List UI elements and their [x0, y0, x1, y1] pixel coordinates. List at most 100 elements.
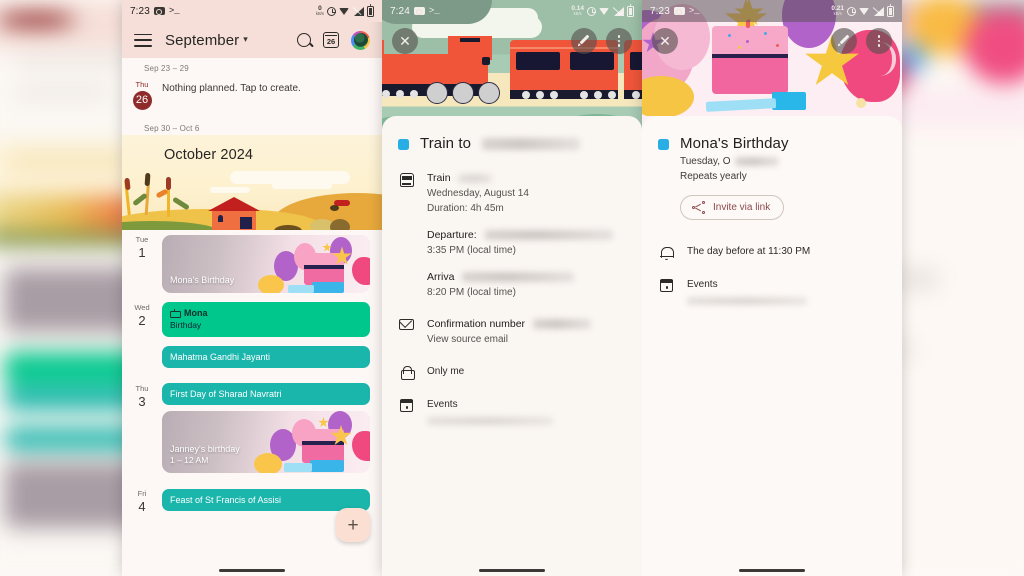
status-bar-train: 7:24 >_ 0.14 kB/s — [382, 0, 642, 22]
detail-line: Duration: 4h 45m — [427, 203, 504, 214]
event-chip-title: Mona — [184, 308, 208, 318]
day-column: Fri 4 — [122, 486, 162, 515]
calendar-icon — [399, 399, 414, 412]
detail-line: Wednesday, August 14 — [427, 188, 529, 199]
event-chip-subtitle: Birthday — [170, 320, 202, 330]
redacted-text — [484, 230, 613, 241]
status-time: 7:23 — [130, 5, 150, 17]
weekday-label: Thu — [135, 80, 149, 89]
detail-row-visibility[interactable]: Only me — [398, 364, 626, 380]
day-number: 3 — [138, 393, 146, 409]
event-chip-title: Feast of St Francis of Assisi — [170, 494, 282, 505]
detail-line: Events — [427, 399, 458, 410]
agenda-day-row[interactable]: Thu 3 First Day of Sharad Navratri Janne… — [122, 379, 382, 479]
train-event-panel: 7:24 >_ 0.14 kB/s ✕ Train to Train Wedne… — [382, 0, 642, 576]
detail-line: Events — [687, 279, 718, 290]
day-column: Wed 2 — [122, 300, 162, 329]
redacted-text — [462, 272, 575, 283]
cake-icon — [170, 308, 181, 318]
today-icon[interactable]: 26 — [323, 32, 339, 48]
calendar-panel: 7:23 >_ 0 kB/s September ▾ 26 Sep 23 – 2… — [122, 0, 382, 576]
day-number: 1 — [138, 244, 146, 260]
detail-row-notification[interactable]: The day before at 11:30 PM — [658, 244, 886, 260]
camera-icon — [673, 7, 685, 16]
more-vertical-icon[interactable] — [606, 28, 632, 54]
alarm-icon — [327, 6, 336, 16]
share-icon — [692, 201, 705, 214]
train-icon — [399, 173, 414, 187]
signal-off-icon — [353, 6, 364, 16]
day-number: 26 — [132, 90, 152, 110]
empty-day-text[interactable]: Nothing planned. Tap to create. — [162, 77, 370, 94]
redacted-text — [427, 417, 553, 426]
view-source-email-link[interactable]: View source email — [427, 332, 591, 347]
event-chip[interactable]: Mahatma Gandhi Jayanti — [162, 346, 370, 368]
event-chip[interactable]: Feast of St Francis of Assisi — [162, 488, 370, 511]
day-column: Tue 1 — [122, 232, 162, 261]
wifi-icon — [599, 7, 610, 16]
terminal-icon: >_ — [688, 6, 700, 16]
battery-icon — [627, 4, 634, 17]
detail-line: 3:35 PM (local time) — [427, 245, 516, 256]
detail-row-calendar[interactable]: Events — [398, 397, 626, 427]
chevron-down-icon[interactable]: ▾ — [243, 34, 248, 45]
camera-icon — [413, 7, 425, 16]
agenda-day-row[interactable]: Tue 1 Mona's Birthday — [122, 230, 382, 298]
network-speed-icon: 0 kB/s — [315, 4, 324, 17]
detail-row-confirmation[interactable]: Confirmation number View source email — [398, 317, 626, 347]
weekday-label: Thu — [135, 383, 149, 393]
lock-icon — [400, 366, 415, 380]
event-repeat: Repeats yearly — [680, 171, 747, 182]
detail-row-train[interactable]: Train Wednesday, August 14 Duration: 4h … — [398, 171, 626, 300]
event-image-card[interactable]: Mona's Birthday — [162, 234, 370, 293]
invite-via-link-button[interactable]: Invite via link — [680, 195, 785, 220]
edit-icon[interactable] — [571, 28, 597, 54]
signal-off-icon — [873, 6, 884, 16]
detail-row-calendar[interactable]: Events — [658, 277, 886, 307]
event-title-row: Train to — [398, 134, 626, 154]
month-banner: October 2024 — [122, 134, 382, 230]
close-icon[interactable]: ✕ — [392, 28, 418, 54]
day-column: Thu 26 — [122, 77, 162, 110]
agenda-day-row[interactable]: Thu 26 Nothing planned. Tap to create. — [122, 75, 382, 112]
birthday-hero-image: 7:23 >_ 0.21 kB/s ✕ — [642, 0, 902, 130]
event-title-row: Mona's Birthday — [658, 134, 886, 154]
alarm-icon — [587, 6, 596, 16]
event-chip[interactable]: First Day of Sharad Navratri — [162, 383, 370, 405]
redacted-text — [458, 173, 493, 183]
weekday-label: Wed — [134, 302, 150, 312]
navigation-bar-handle[interactable] — [122, 569, 382, 572]
redacted-text — [482, 138, 581, 151]
week-label: Sep 23 – 29 — [144, 64, 189, 73]
terminal-icon: >_ — [428, 6, 440, 16]
wifi-icon — [339, 7, 350, 16]
weekday-label: Fri — [137, 489, 147, 498]
event-card-label: Janney's birthday 1 – 12 AM — [170, 444, 240, 465]
hamburger-icon[interactable] — [134, 33, 152, 47]
status-bar-calendar: 7:23 >_ 0 kB/s — [122, 0, 382, 22]
more-vertical-icon[interactable] — [866, 28, 892, 54]
day-number: 4 — [138, 499, 146, 514]
navigation-bar-handle[interactable] — [382, 569, 642, 572]
close-icon[interactable]: ✕ — [652, 28, 678, 54]
network-speed-icon: 0.21 kB/s — [831, 4, 844, 17]
event-image-card[interactable]: Janney's birthday 1 – 12 AM — [162, 411, 370, 473]
search-icon[interactable] — [297, 33, 311, 47]
calendar-app-bar: September ▾ 26 — [122, 22, 382, 58]
edit-icon[interactable] — [831, 28, 857, 54]
agenda-day-row[interactable]: Wed 2 Mona Birthday Mahatma Gandhi Jayan… — [122, 298, 382, 373]
event-chip[interactable]: Mona Birthday — [162, 302, 370, 337]
event-date: Tuesday, O — [658, 154, 886, 169]
event-chip-title: Mahatma Gandhi Jayanti — [170, 352, 271, 362]
hero-action-bar: ✕ — [382, 28, 642, 54]
status-bar-birthday: 7:23 >_ 0.21 kB/s — [642, 0, 902, 22]
alarm-icon — [847, 6, 856, 16]
avatar[interactable] — [351, 30, 370, 50]
agenda-list[interactable]: Sep 23 – 29 Thu 26 Nothing planned. Tap … — [122, 58, 382, 576]
navigation-bar-handle[interactable] — [642, 569, 902, 572]
create-event-fab[interactable]: + — [336, 508, 370, 542]
detail-line: The day before at 11:30 PM — [687, 246, 811, 257]
event-detail-sheet: Train to Train Wednesday, August 14 Dura… — [382, 116, 642, 576]
event-title: Train to — [420, 134, 581, 154]
page-title[interactable]: September — [165, 32, 239, 49]
